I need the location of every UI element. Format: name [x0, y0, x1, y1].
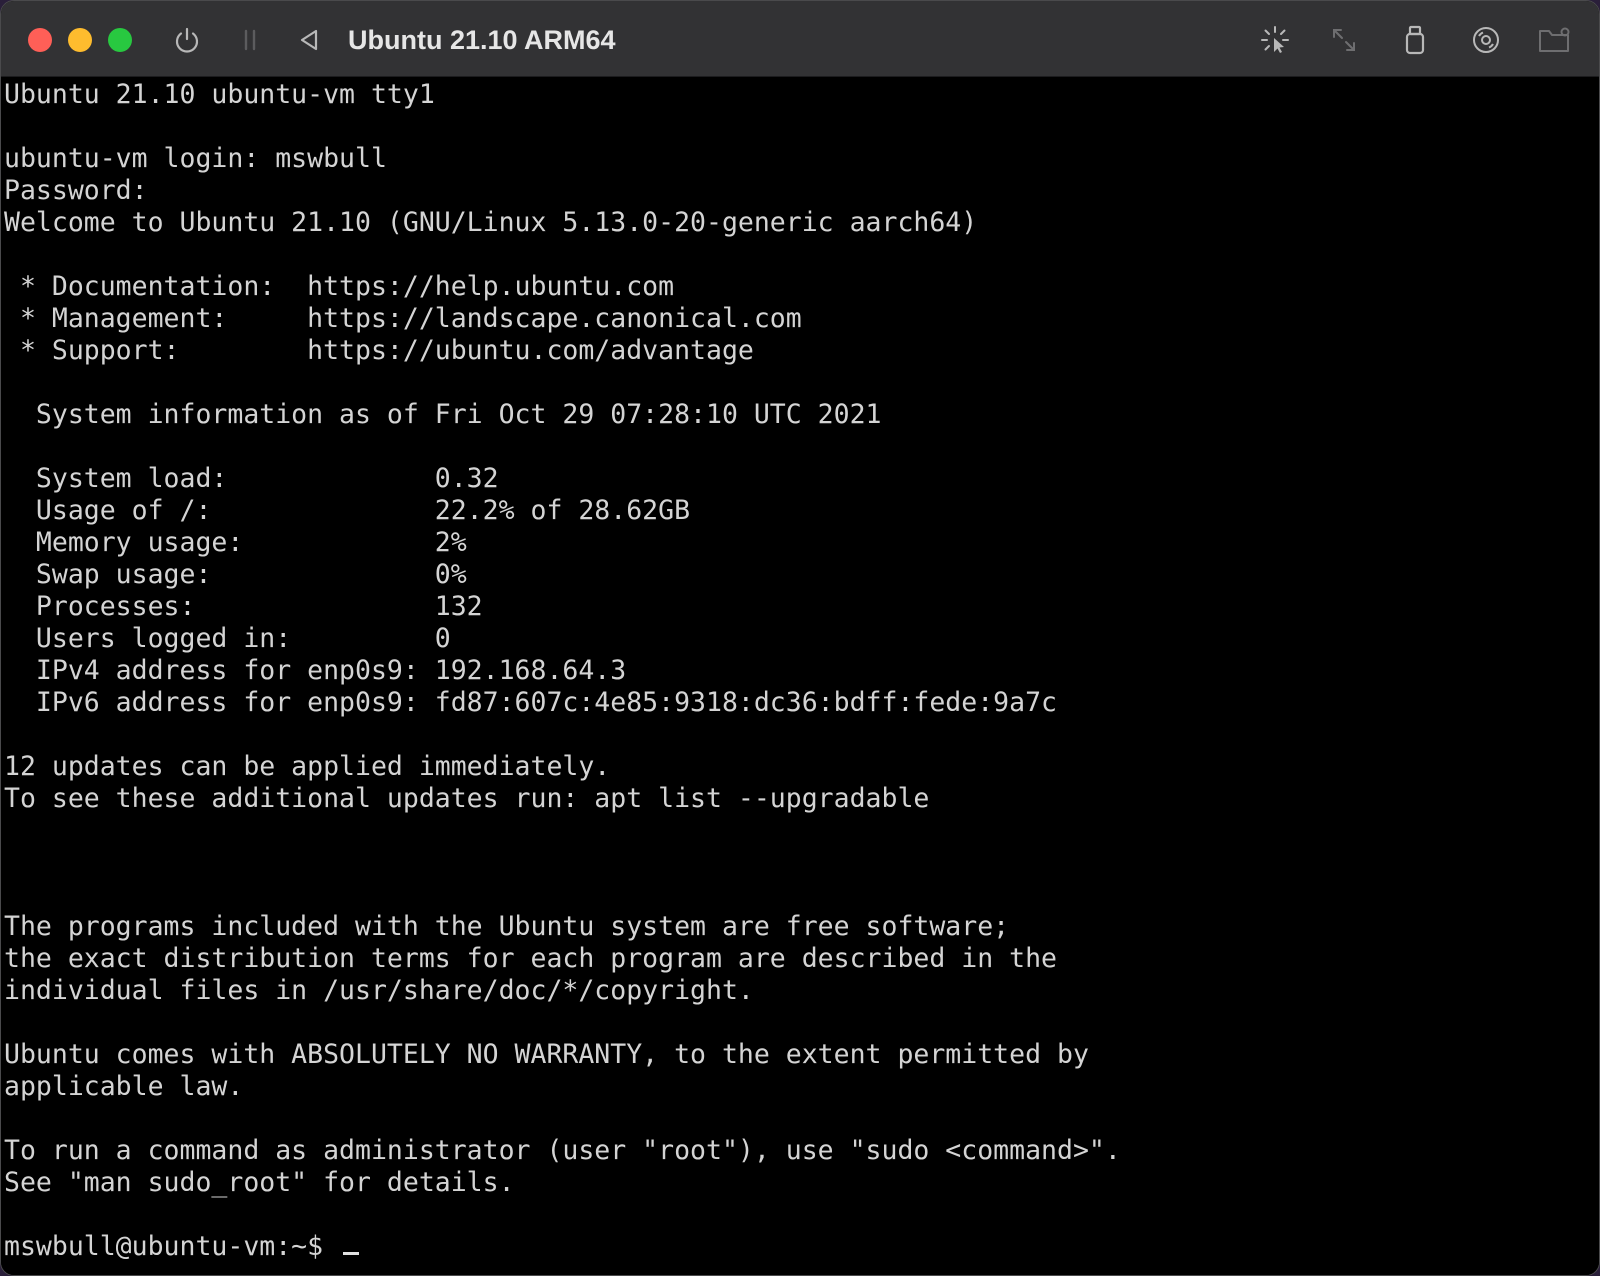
terminal-line: IPv6 address for enp0s9: fd87:607c:4e85:… — [4, 687, 1057, 718]
shared-folder-icon[interactable] — [1536, 21, 1574, 59]
terminal-line: To run a command as administrator (user … — [4, 1135, 1121, 1166]
terminal-line: Swap usage: 0% — [4, 559, 467, 590]
pause-icon[interactable] — [231, 21, 269, 59]
terminal-line: individual files in /usr/share/doc/*/cop… — [4, 975, 754, 1006]
shell-prompt: mswbull@ubuntu-vm:~$ — [4, 1231, 340, 1262]
title-bar: Ubuntu 21.10 ARM64 — [1, 1, 1599, 77]
terminal-line: Usage of /: 22.2% of 28.62GB — [4, 495, 691, 526]
terminal-line: 12 updates can be applied immediately. — [4, 751, 611, 782]
power-icon[interactable] — [168, 21, 206, 59]
usb-icon[interactable] — [1396, 21, 1434, 59]
terminal-line: ubuntu-vm login: mswbull — [4, 143, 387, 174]
terminal-line: Ubuntu comes with ABSOLUTELY NO WARRANTY… — [4, 1039, 1089, 1070]
terminal-line: Ubuntu 21.10 ubuntu-vm tty1 — [4, 79, 435, 110]
terminal-line: See "man sudo_root" for details. — [4, 1167, 515, 1198]
shell-prompt-line[interactable]: mswbull@ubuntu-vm:~$ — [4, 1231, 1599, 1263]
vm-window: Ubuntu 21.10 ARM64 Ubuntu 21.10 ubuntu-v… — [0, 0, 1600, 1276]
capture-cursor-icon[interactable] — [1256, 21, 1294, 59]
terminal-line: IPv4 address for enp0s9: 192.168.64.3 — [4, 655, 627, 686]
terminal-line: applicable law. — [4, 1071, 244, 1102]
zoom-button[interactable] — [108, 28, 132, 52]
terminal-line: * Documentation: https://help.ubuntu.com — [4, 271, 675, 302]
terminal-line: * Management: https://landscape.canonica… — [4, 303, 802, 334]
terminal-output: Ubuntu 21.10 ubuntu-vm tty1 ubuntu-vm log… — [4, 79, 1599, 1231]
minimize-button[interactable] — [68, 28, 92, 52]
terminal-line: Processes: 132 — [4, 591, 483, 622]
disc-icon[interactable] — [1467, 21, 1505, 59]
terminal-line: System load: 0.32 — [4, 463, 499, 494]
close-button[interactable] — [28, 28, 52, 52]
back-icon[interactable] — [290, 21, 328, 59]
window-title: Ubuntu 21.10 ARM64 — [348, 25, 616, 55]
resize-icon[interactable] — [1325, 21, 1363, 59]
terminal-screen[interactable]: Ubuntu 21.10 ubuntu-vm tty1 ubuntu-vm log… — [1, 79, 1599, 1275]
terminal-line: * Support: https://ubuntu.com/advantage — [4, 335, 754, 366]
terminal-line: Users logged in: 0 — [4, 623, 451, 654]
terminal-line: The programs included with the Ubuntu sy… — [4, 911, 1010, 942]
text-cursor — [343, 1252, 360, 1255]
terminal-line: Welcome to Ubuntu 21.10 (GNU/Linux 5.13.… — [4, 207, 978, 238]
terminal-line: Password: — [4, 175, 148, 206]
terminal-line: the exact distribution terms for each pr… — [4, 943, 1057, 974]
terminal-line: Memory usage: 2% — [4, 527, 467, 558]
terminal-line: To see these additional updates run: apt… — [4, 783, 930, 814]
terminal-line: System information as of Fri Oct 29 07:2… — [4, 399, 882, 430]
